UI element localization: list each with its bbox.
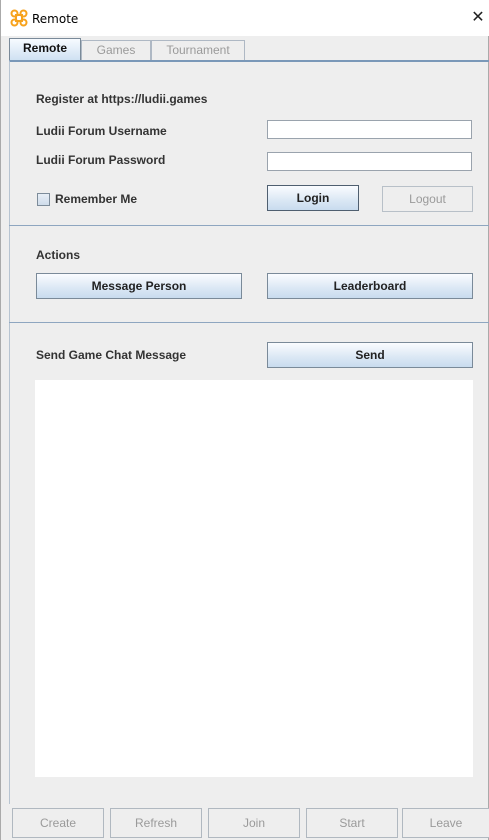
login-button[interactable]: Login <box>267 185 359 211</box>
actions-heading: Actions <box>36 248 81 262</box>
remember-me-checkbox[interactable] <box>37 193 50 206</box>
message-person-button[interactable]: Message Person <box>36 273 242 299</box>
close-icon[interactable]: ✕ <box>469 8 487 26</box>
ludii-app-icon <box>10 9 28 27</box>
tab-remote[interactable]: Remote <box>9 38 81 60</box>
join-button[interactable]: Join <box>208 808 300 838</box>
username-field[interactable] <box>267 120 472 139</box>
remote-window: Remote ✕ Remote Games Tournament Registe… <box>0 0 489 840</box>
password-label: Ludii Forum Password <box>36 153 166 167</box>
chat-label: Send Game Chat Message <box>36 348 187 362</box>
window-title: Remote <box>32 12 79 26</box>
start-button[interactable]: Start <box>306 808 398 838</box>
section-divider <box>9 322 489 323</box>
register-text: Register at https://ludii.games <box>36 92 208 106</box>
leaderboard-button[interactable]: Leaderboard <box>267 273 473 299</box>
leave-button[interactable]: Leave <box>402 808 489 838</box>
password-field[interactable] <box>267 152 472 171</box>
chat-message-area[interactable] <box>35 380 473 777</box>
tab-strip: Remote Games Tournament <box>9 38 489 60</box>
tab-tournament[interactable]: Tournament <box>151 40 245 60</box>
remember-me-label: Remember Me <box>55 192 138 206</box>
tab-games[interactable]: Games <box>81 40 151 60</box>
section-divider <box>9 225 489 226</box>
create-button[interactable]: Create <box>12 808 104 838</box>
send-button[interactable]: Send <box>267 342 473 368</box>
username-label: Ludii Forum Username <box>36 124 167 138</box>
bottom-button-bar: Create Refresh Join Start Leave <box>9 808 489 840</box>
logout-button[interactable]: Logout <box>382 186 473 212</box>
refresh-button[interactable]: Refresh <box>110 808 202 838</box>
title-bar: Remote ✕ <box>1 0 489 36</box>
